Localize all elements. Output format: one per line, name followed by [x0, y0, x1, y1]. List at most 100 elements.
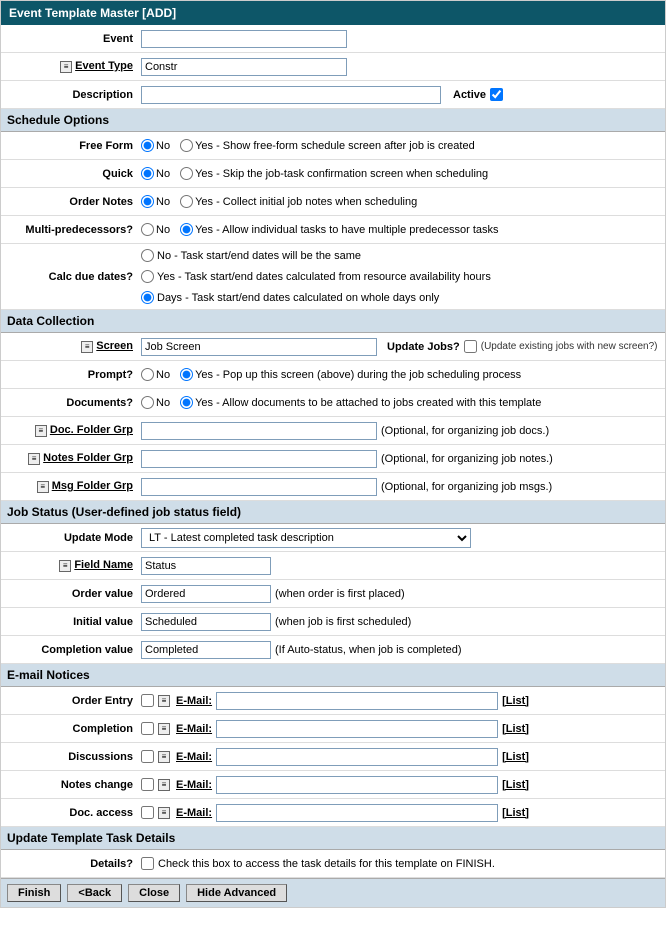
discussions-label: Discussions [1, 751, 141, 763]
doc-folder-hint: (Optional, for organizing job docs.) [381, 425, 549, 437]
msg-folder-input[interactable] [141, 478, 377, 496]
completion-checkbox[interactable] [141, 722, 154, 735]
lookup-icon[interactable]: ≡ [59, 560, 71, 572]
details-label: Details? [1, 858, 141, 870]
calc-due-label: Calc due dates? [1, 271, 141, 283]
order-entry-label: Order Entry [1, 695, 141, 707]
free-form-no-radio[interactable] [141, 139, 154, 152]
lookup-icon[interactable]: ≡ [158, 751, 170, 763]
section-job-status: Job Status (User-defined job status fiel… [1, 501, 665, 524]
button-bar: Finish <Back Close Hide Advanced [1, 878, 665, 907]
details-checkbox[interactable] [141, 857, 154, 870]
field-name-input[interactable] [141, 557, 271, 575]
lookup-icon[interactable]: ≡ [158, 695, 170, 707]
order-notes-no-radio[interactable] [141, 195, 154, 208]
hide-advanced-button[interactable]: Hide Advanced [186, 884, 287, 902]
lookup-icon[interactable]: ≡ [37, 481, 49, 493]
completion-email-label[interactable]: E-Mail: [176, 723, 212, 735]
completion-email-input[interactable] [216, 720, 498, 738]
update-jobs-label: Update Jobs? [387, 341, 460, 353]
update-jobs-checkbox[interactable] [464, 340, 477, 353]
notes-folder-hint: (Optional, for organizing job notes.) [381, 453, 553, 465]
section-update-template: Update Template Task Details [1, 827, 665, 850]
notes-change-email-input[interactable] [216, 776, 498, 794]
event-input[interactable] [141, 30, 347, 48]
description-input[interactable] [141, 86, 441, 104]
lookup-icon[interactable]: ≡ [158, 723, 170, 735]
order-value-label: Order value [1, 588, 141, 600]
notes-folder-label[interactable]: ≡ Notes Folder Grp [1, 452, 141, 465]
notes-change-checkbox[interactable] [141, 778, 154, 791]
doc-access-checkbox[interactable] [141, 806, 154, 819]
doc-access-list-link[interactable]: [List] [502, 807, 529, 819]
initial-value-input[interactable] [141, 613, 271, 631]
active-label: Active [453, 89, 486, 101]
notes-folder-input[interactable] [141, 450, 377, 468]
order-notes-yes-radio[interactable] [180, 195, 193, 208]
lookup-icon[interactable]: ≡ [81, 341, 93, 353]
multi-pred-yes-radio[interactable] [180, 223, 193, 236]
back-button[interactable]: <Back [67, 884, 122, 902]
lookup-icon[interactable]: ≡ [28, 453, 40, 465]
event-type-label[interactable]: ≡ Event Type [1, 60, 141, 73]
update-mode-label: Update Mode [1, 532, 141, 544]
discussions-list-link[interactable]: [List] [502, 751, 529, 763]
quick-label: Quick [1, 168, 141, 180]
screen-label[interactable]: ≡ Screen [1, 340, 141, 353]
active-checkbox[interactable] [490, 88, 503, 101]
lookup-icon[interactable]: ≡ [158, 779, 170, 791]
discussions-email-label[interactable]: E-Mail: [176, 751, 212, 763]
screen-input[interactable] [141, 338, 377, 356]
calc-due-no-radio[interactable] [141, 249, 154, 262]
doc-folder-input[interactable] [141, 422, 377, 440]
section-schedule-options: Schedule Options [1, 109, 665, 132]
completion-value-hint: (If Auto-status, when job is completed) [275, 644, 461, 656]
lookup-icon[interactable]: ≡ [60, 61, 72, 73]
doc-access-label: Doc. access [1, 807, 141, 819]
description-label: Description [1, 89, 141, 101]
multi-pred-no-radio[interactable] [141, 223, 154, 236]
quick-no-radio[interactable] [141, 167, 154, 180]
notes-change-email-label[interactable]: E-Mail: [176, 779, 212, 791]
prompt-label: Prompt? [1, 369, 141, 381]
free-form-yes-radio[interactable] [180, 139, 193, 152]
close-button[interactable]: Close [128, 884, 180, 902]
field-name-label[interactable]: ≡ Field Name [1, 559, 141, 572]
lookup-icon[interactable]: ≡ [35, 425, 47, 437]
calc-due-days-radio[interactable] [141, 291, 154, 304]
order-value-input[interactable] [141, 585, 271, 603]
prompt-yes-radio[interactable] [180, 368, 193, 381]
completion-value-label: Completion value [1, 644, 141, 656]
completion-list-link[interactable]: [List] [502, 723, 529, 735]
order-entry-checkbox[interactable] [141, 694, 154, 707]
update-mode-select[interactable]: LT - Latest completed task description [141, 528, 471, 548]
lookup-icon[interactable]: ≡ [158, 807, 170, 819]
order-entry-email-input[interactable] [216, 692, 498, 710]
initial-value-hint: (when job is first scheduled) [275, 616, 411, 628]
free-form-label: Free Form [1, 140, 141, 152]
doc-access-email-label[interactable]: E-Mail: [176, 807, 212, 819]
documents-no-radio[interactable] [141, 396, 154, 409]
msg-folder-hint: (Optional, for organizing job msgs.) [381, 481, 552, 493]
finish-button[interactable]: Finish [7, 884, 61, 902]
page-title: Event Template Master [ADD] [1, 1, 665, 25]
completion-label: Completion [1, 723, 141, 735]
notes-change-label: Notes change [1, 779, 141, 791]
discussions-email-input[interactable] [216, 748, 498, 766]
order-entry-list-link[interactable]: [List] [502, 695, 529, 707]
initial-value-label: Initial value [1, 616, 141, 628]
doc-access-email-input[interactable] [216, 804, 498, 822]
prompt-no-radio[interactable] [141, 368, 154, 381]
calc-due-yes-radio[interactable] [141, 270, 154, 283]
order-entry-email-label[interactable]: E-Mail: [176, 695, 212, 707]
discussions-checkbox[interactable] [141, 750, 154, 763]
doc-folder-label[interactable]: ≡ Doc. Folder Grp [1, 424, 141, 437]
update-jobs-hint: (Update existing jobs with new screen?) [481, 341, 658, 352]
msg-folder-label[interactable]: ≡ Msg Folder Grp [1, 480, 141, 493]
event-type-input[interactable] [141, 58, 347, 76]
completion-value-input[interactable] [141, 641, 271, 659]
documents-yes-radio[interactable] [180, 396, 193, 409]
quick-yes-radio[interactable] [180, 167, 193, 180]
notes-change-list-link[interactable]: [List] [502, 779, 529, 791]
section-email-notices: E-mail Notices [1, 664, 665, 687]
